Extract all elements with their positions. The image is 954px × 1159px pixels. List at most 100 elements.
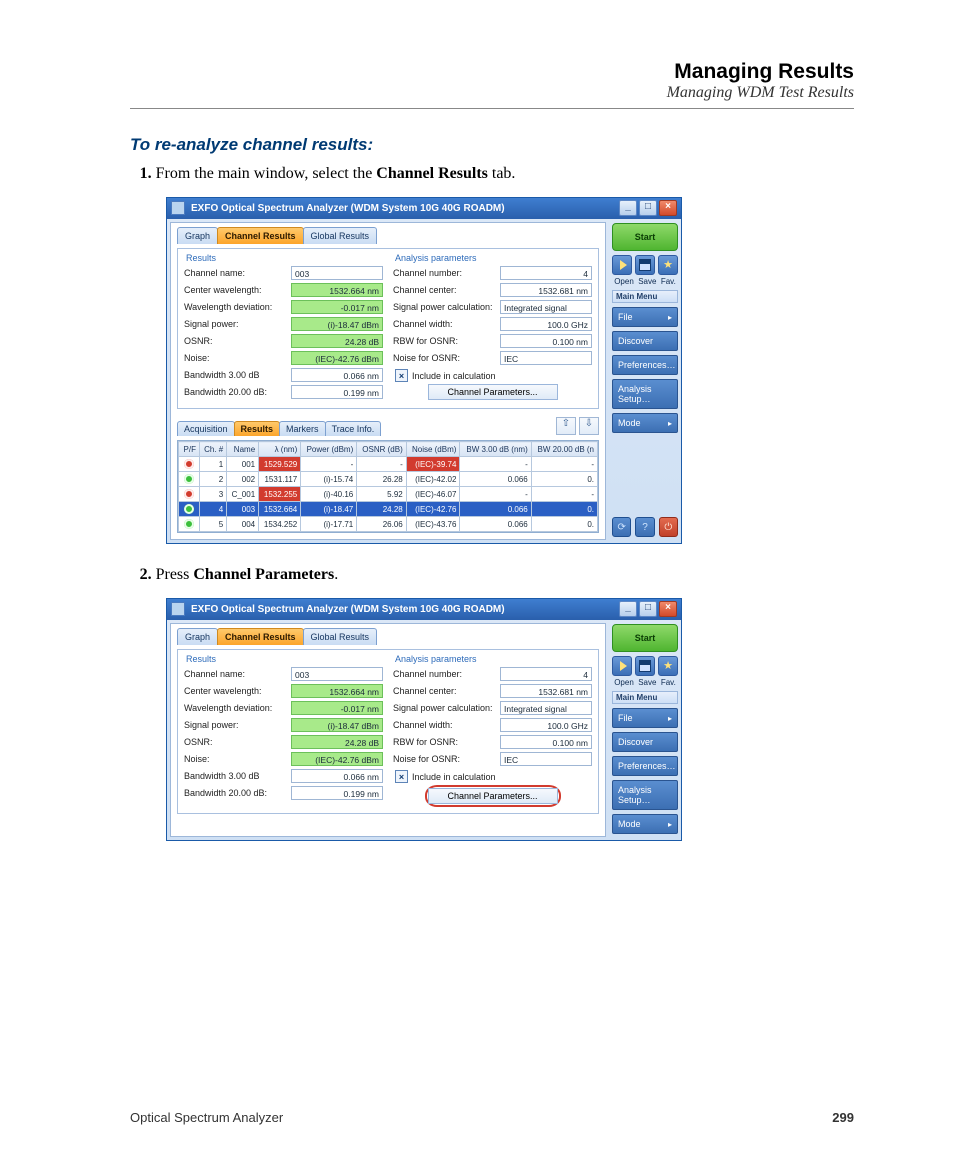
side-analysis-setup[interactable]: Analysis Setup…	[612, 379, 678, 409]
checkbox-icon: ×	[395, 770, 408, 783]
minimize-button[interactable]: _	[619, 601, 637, 617]
help-button[interactable]	[635, 517, 654, 537]
bw20-label: Bandwidth 20.00 dB:	[184, 387, 267, 397]
divider	[130, 108, 854, 109]
scroll-down-button[interactable]: ⇩	[579, 417, 599, 435]
table-row[interactable]: 50041534.252(i)-17.7126.06(IEC)-43.760.0…	[179, 517, 598, 532]
osnr-label: OSNR:	[184, 336, 213, 346]
side-analysis-setup[interactable]: Analysis Setup…	[612, 780, 678, 810]
bw20-value: 0.199 nm	[291, 385, 383, 399]
results-group-title: Results	[186, 654, 383, 664]
side-discover[interactable]: Discover	[612, 331, 678, 351]
table-row[interactable]: 3C_0011532.255(i)-40.165.92(IEC)-46.07--	[179, 487, 598, 502]
include-checkbox[interactable]: ×Include in calculation	[395, 369, 592, 382]
noise-osnr-label: Noise for OSNR:	[393, 353, 460, 363]
side-discover[interactable]: Discover	[612, 732, 678, 752]
maximize-button[interactable]: □	[639, 601, 657, 617]
tab-graph[interactable]: Graph	[177, 227, 218, 244]
include-checkbox[interactable]: ×Include in calculation	[395, 770, 592, 783]
channel-name-field[interactable]: 003	[291, 667, 383, 681]
results-table: P/FCh. #Nameλ (nm)Power (dBm)OSNR (dB)No…	[178, 441, 598, 532]
screenshot-1: EXFO Optical Spectrum Analyzer (WDM Syst…	[166, 197, 682, 544]
table-header[interactable]: Name	[227, 442, 259, 457]
bw3-label: Bandwidth 3.00 dB	[184, 370, 260, 380]
rbw-value: 0.100 nm	[500, 334, 592, 348]
side-preferences[interactable]: Preferences…	[612, 756, 678, 776]
table-row[interactable]: 40031532.664(i)-18.4724.28(IEC)-42.760.0…	[179, 502, 598, 517]
table-header[interactable]: OSNR (dB)	[357, 442, 407, 457]
tab-global-results[interactable]: Global Results	[303, 628, 378, 645]
side-mode[interactable]: Mode	[612, 413, 678, 433]
tab-global-results[interactable]: Global Results	[303, 227, 378, 244]
noise-label: Noise:	[184, 353, 210, 363]
ch-width-label: Channel width:	[393, 319, 453, 329]
power-button[interactable]	[659, 517, 678, 537]
subtab-results[interactable]: Results	[234, 421, 281, 436]
open-button[interactable]	[612, 255, 632, 275]
side-mode[interactable]: Mode	[612, 814, 678, 834]
minimize-button[interactable]: _	[619, 200, 637, 216]
save-button[interactable]	[635, 656, 655, 676]
scroll-up-button[interactable]: ⇧	[556, 417, 576, 435]
main-menu-header: Main Menu	[612, 290, 678, 303]
wl-dev-value: -0.017 nm	[291, 300, 383, 314]
refresh-button[interactable]	[612, 517, 631, 537]
app-icon	[171, 602, 185, 616]
channel-parameters-button[interactable]: Channel Parameters...	[428, 384, 558, 400]
maximize-button[interactable]: □	[639, 200, 657, 216]
fav-label: Fav.	[661, 277, 676, 286]
wl-dev-label: Wavelength deviation:	[184, 302, 272, 312]
start-button[interactable]: Start	[612, 624, 678, 652]
highlight-ring: Channel Parameters...	[425, 785, 561, 807]
open-button[interactable]	[612, 656, 632, 676]
start-button[interactable]: Start	[612, 223, 678, 251]
ch-num-label: Channel number:	[393, 268, 462, 278]
sig-power-label: Signal power:	[184, 319, 239, 329]
table-header[interactable]: BW 20.00 dB (n	[531, 442, 597, 457]
analysis-group-title: Analysis parameters	[395, 253, 592, 263]
app-icon	[171, 201, 185, 215]
tab-channel-results[interactable]: Channel Results	[217, 628, 304, 645]
ch-num-value: 4	[500, 266, 592, 280]
page-title: Managing Results	[130, 60, 854, 84]
tab-graph[interactable]: Graph	[177, 628, 218, 645]
table-header[interactable]: P/F	[179, 442, 200, 457]
step-2: Press Channel Parameters.	[156, 566, 854, 584]
table-header[interactable]: BW 3.00 dB (nm)	[460, 442, 531, 457]
favorite-button[interactable]	[658, 656, 678, 676]
page-number: 299	[832, 1110, 854, 1125]
channel-name-label: Channel name:	[184, 268, 245, 278]
favorite-button[interactable]	[658, 255, 678, 275]
table-row[interactable]: 20021531.117(i)-15.7426.28(IEC)-42.020.0…	[179, 472, 598, 487]
bw3-value: 0.066 nm	[291, 368, 383, 382]
ch-center-label: Channel center:	[393, 285, 457, 295]
table-header[interactable]: Power (dBm)	[301, 442, 357, 457]
window-titlebar: EXFO Optical Spectrum Analyzer (WDM Syst…	[167, 599, 681, 620]
checkbox-icon: ×	[395, 369, 408, 382]
footer-product: Optical Spectrum Analyzer	[130, 1110, 283, 1125]
sig-calc-label: Signal power calculation:	[393, 302, 493, 312]
table-row[interactable]: 10011529.529--(IEC)-39.74--	[179, 457, 598, 472]
channel-name-field[interactable]: 003	[291, 266, 383, 280]
screenshot-2: EXFO Optical Spectrum Analyzer (WDM Syst…	[166, 598, 682, 841]
subtab-markers[interactable]: Markers	[279, 421, 326, 436]
results-group-title: Results	[186, 253, 383, 263]
table-header[interactable]: Ch. #	[200, 442, 227, 457]
side-preferences[interactable]: Preferences…	[612, 355, 678, 375]
subtab-acquisition[interactable]: Acquisition	[177, 421, 235, 436]
table-header[interactable]: Noise (dBm)	[406, 442, 460, 457]
tab-channel-results[interactable]: Channel Results	[217, 227, 304, 244]
close-button[interactable]: ×	[659, 200, 677, 216]
ch-center-value: 1532.681 nm	[500, 283, 592, 297]
save-button[interactable]	[635, 255, 655, 275]
side-file[interactable]: File	[612, 708, 678, 728]
table-header[interactable]: λ (nm)	[259, 442, 301, 457]
side-file[interactable]: File	[612, 307, 678, 327]
close-button[interactable]: ×	[659, 601, 677, 617]
subtab-trace-info[interactable]: Trace Info.	[325, 421, 382, 436]
window-title: EXFO Optical Spectrum Analyzer (WDM Syst…	[191, 604, 505, 615]
procedure-heading: To re-analyze channel results:	[130, 135, 854, 155]
channel-parameters-button[interactable]: Channel Parameters...	[428, 788, 558, 804]
noise-value: (IEC)-42.76 dBm	[291, 351, 383, 365]
osnr-value: 24.28 dB	[291, 334, 383, 348]
